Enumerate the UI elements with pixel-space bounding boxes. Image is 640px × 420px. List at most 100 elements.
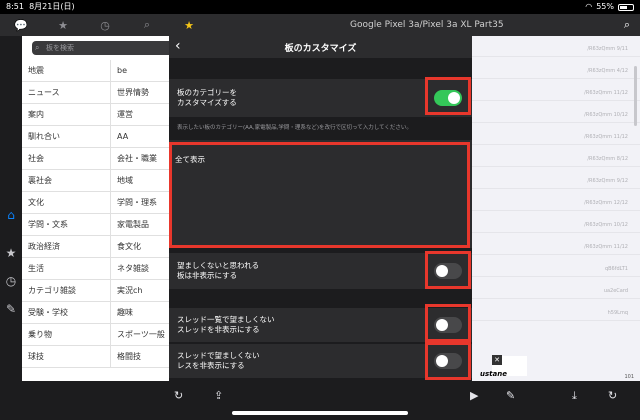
battery-icon bbox=[618, 3, 634, 11]
category-item[interactable]: 社会 bbox=[28, 148, 44, 170]
page-number: 101 bbox=[624, 374, 634, 380]
divider bbox=[110, 346, 111, 368]
thread-row-meta[interactable]: /R63zQmm 9/12 bbox=[587, 178, 628, 184]
search-icon[interactable]: ⌕ bbox=[624, 14, 630, 36]
divider bbox=[110, 60, 111, 82]
thread-row-meta[interactable]: /R63zQmm 11/12 bbox=[584, 90, 628, 96]
highlight-box bbox=[425, 77, 471, 115]
category-item[interactable]: 学問・文系 bbox=[28, 214, 68, 236]
thread-row-meta[interactable]: /R63zQmm 10/12 bbox=[584, 222, 628, 228]
search-icon: ⌕ bbox=[35, 43, 40, 52]
category-item[interactable]: 地震 bbox=[28, 60, 44, 82]
highlight-box bbox=[425, 251, 471, 289]
thread-row-meta[interactable]: h59Lmq bbox=[608, 310, 628, 316]
play-icon[interactable]: ▶ bbox=[470, 389, 478, 402]
category-item[interactable]: 実況ch bbox=[117, 280, 142, 302]
thread-row-meta[interactable]: qB6fdLT1 bbox=[605, 266, 628, 272]
category-item[interactable]: 案内 bbox=[28, 104, 44, 126]
category-item[interactable]: 格闘技 bbox=[117, 346, 141, 368]
wifi-icon: ◠ bbox=[585, 2, 593, 11]
clock-icon[interactable]: ◷ bbox=[4, 274, 18, 288]
ad-text[interactable]: ustane bbox=[480, 370, 507, 378]
hide-thread-list-label: スレッド一覧で望ましくない スレッドを非表示にする bbox=[177, 315, 275, 334]
divider bbox=[110, 280, 111, 302]
category-item[interactable]: 馴れ合い bbox=[28, 126, 60, 148]
category-item[interactable]: スポーツ一般 bbox=[117, 324, 165, 346]
thread-row-meta[interactable]: /R63zQmm 4/12 bbox=[587, 68, 628, 74]
category-item[interactable]: 会社・職業 bbox=[117, 148, 157, 170]
tab-history[interactable]: ◷ bbox=[84, 14, 126, 36]
refresh-icon[interactable]: ↻ bbox=[608, 389, 617, 402]
left-rail: ⌂ ★ ◷ ✎ ⚙ bbox=[0, 36, 22, 420]
category-item[interactable]: 裏社会 bbox=[28, 170, 52, 192]
category-item[interactable]: 生活 bbox=[28, 258, 44, 280]
thread-row-meta[interactable]: /R63zQmm 11/12 bbox=[584, 244, 628, 250]
divider bbox=[110, 126, 111, 148]
highlight-box bbox=[425, 304, 471, 342]
thread-title: Google Pixel 3a/Pixel 3a XL Part35 bbox=[350, 20, 504, 30]
category-item[interactable]: 受験・学校 bbox=[28, 302, 68, 324]
category-item[interactable]: カテゴリ雑談 bbox=[28, 280, 76, 302]
category-item[interactable]: 球技 bbox=[28, 346, 44, 368]
category-item[interactable]: 食文化 bbox=[117, 236, 141, 258]
status-right: ◠ 55% bbox=[585, 0, 634, 14]
star-icon[interactable]: ★ bbox=[4, 246, 18, 260]
divider bbox=[110, 214, 111, 236]
thread-row-meta[interactable]: /R63zQmm 10/12 bbox=[584, 112, 628, 118]
status-bar: 8:51 8月21日(日) ◠ 55% bbox=[0, 0, 640, 14]
thread-row-meta[interactable]: /R63zQmm 11/12 bbox=[584, 134, 628, 140]
category-item[interactable]: 政治経済 bbox=[28, 236, 60, 258]
category-item[interactable]: 文化 bbox=[28, 192, 44, 214]
battery-percent: 55% bbox=[596, 2, 614, 11]
divider bbox=[110, 324, 111, 346]
category-item[interactable]: 学問・理系 bbox=[117, 192, 157, 214]
compose-icon[interactable]: ✎ bbox=[4, 302, 18, 316]
search-placeholder: 板を検索 bbox=[46, 44, 74, 52]
divider bbox=[110, 170, 111, 192]
thread-header: Google Pixel 3a/Pixel 3a XL Part35 ⌕ bbox=[210, 14, 640, 36]
category-item[interactable]: 運営 bbox=[117, 104, 133, 126]
category-item[interactable]: 家電製品 bbox=[117, 214, 149, 236]
scrollbar[interactable] bbox=[634, 66, 637, 126]
description-text: 表示したい板のカテゴリー(AA,家電製品,学問・理系など)を改行で区切って入力し… bbox=[177, 125, 412, 131]
category-item[interactable]: ネタ雑談 bbox=[117, 258, 149, 280]
highlight-box bbox=[425, 342, 471, 380]
thread-row-meta[interactable]: /R63zQmm 12/12 bbox=[584, 200, 628, 206]
divider bbox=[110, 302, 111, 324]
category-item[interactable]: 世界情勢 bbox=[117, 82, 149, 104]
category-item[interactable]: 地域 bbox=[117, 170, 133, 192]
tab-favorites[interactable]: ★ bbox=[42, 14, 84, 36]
category-item[interactable]: AA bbox=[117, 126, 128, 148]
reload-icon[interactable]: ↻ bbox=[174, 389, 183, 402]
category-item[interactable]: ニュース bbox=[28, 82, 60, 104]
divider bbox=[110, 82, 111, 104]
compose-icon[interactable]: ✎ bbox=[506, 389, 515, 402]
customize-label: 板のカテゴリーを カスタマイズする bbox=[177, 88, 237, 107]
thread-row-meta[interactable]: ua2eCard bbox=[604, 288, 628, 294]
tab-starred[interactable]: ★ bbox=[168, 14, 210, 36]
status-time-date: 8:51 8月21日(日) bbox=[6, 2, 75, 11]
category-item[interactable]: be bbox=[117, 60, 127, 82]
category-item[interactable]: 乗り物 bbox=[28, 324, 52, 346]
close-icon[interactable]: ✕ bbox=[492, 355, 502, 365]
highlight-box bbox=[169, 142, 470, 248]
divider bbox=[110, 236, 111, 258]
share-icon[interactable]: ⇪ bbox=[214, 389, 223, 402]
divider bbox=[110, 104, 111, 126]
category-item[interactable]: 趣味 bbox=[117, 302, 133, 324]
divider bbox=[110, 258, 111, 280]
modal-header: ‹ 板のカスタマイズ bbox=[169, 36, 472, 58]
home-indicator[interactable] bbox=[232, 411, 408, 415]
home-icon[interactable]: ⌂ bbox=[4, 208, 18, 222]
thread-row-meta[interactable]: /R63zQmm 9/11 bbox=[587, 46, 628, 52]
hide-undesirable-label: 望ましくないと思われる 板は非表示にする bbox=[177, 261, 260, 280]
modal-title: 板のカスタマイズ bbox=[284, 44, 357, 54]
divider bbox=[110, 192, 111, 214]
hide-thread-res-label: スレッドで望ましくない レスを非表示にする bbox=[177, 351, 260, 370]
tab-search[interactable]: ⌕ bbox=[126, 14, 168, 36]
thread-row-meta[interactable]: /R63zQmm 8/12 bbox=[587, 156, 628, 162]
tab-board-list[interactable]: 💬 bbox=[0, 14, 42, 36]
divider bbox=[110, 148, 111, 170]
tab-bar: 💬 ★ ◷ ⌕ ★ bbox=[0, 14, 210, 36]
download-icon[interactable]: ⤓ bbox=[572, 389, 577, 403]
